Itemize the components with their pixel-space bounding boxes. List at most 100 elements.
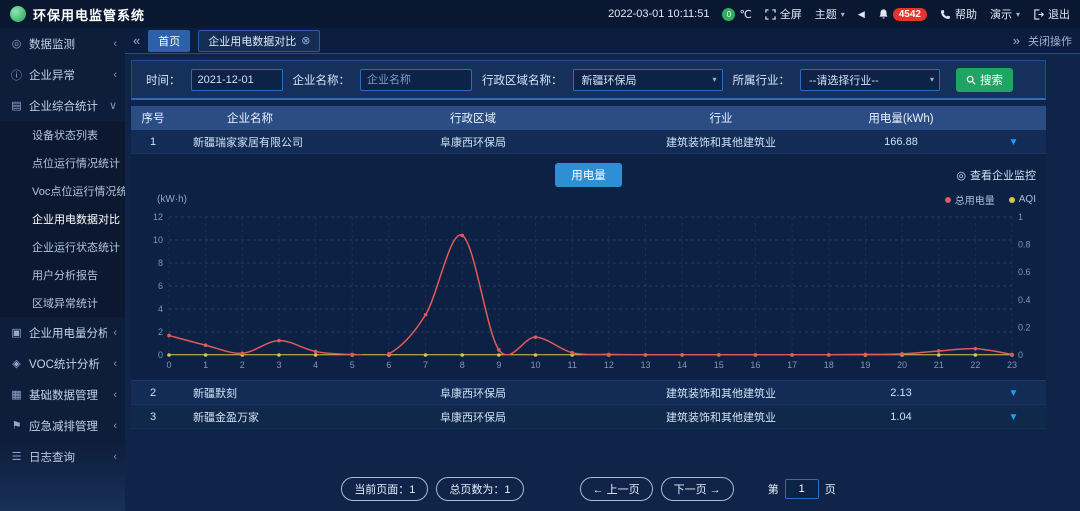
- region-select[interactable]: 新疆环保局 ▾: [573, 69, 723, 91]
- legend-item-power[interactable]: 总用电量: [945, 192, 995, 207]
- column-header-region: 行政区域: [325, 110, 621, 126]
- main-area: « 首页 企业用电数据对比 ⊗ » 关闭操作 时间： 企业名称：: [125, 28, 1080, 511]
- column-header-power: 用电量(kWh): [821, 110, 981, 126]
- sidebar-item-power-data-compare[interactable]: 企业用电数据对比: [0, 205, 125, 233]
- fullscreen-button[interactable]: 全屏: [765, 6, 802, 22]
- tab-bar: « 首页 企业用电数据对比 ⊗ » 关闭操作: [125, 28, 1080, 54]
- sidebar-item-voc-point-run-stats[interactable]: Voc点位运行情况统计: [0, 177, 125, 205]
- sidebar-item-label: 企业异常: [29, 67, 107, 83]
- page-number-input[interactable]: [785, 479, 819, 499]
- legend-item-aqi[interactable]: AQI: [1009, 194, 1036, 205]
- tabs-scroll-right-icon[interactable]: »: [1013, 33, 1020, 48]
- view-monitor-link[interactable]: ◎ 查看企业监控: [956, 167, 1036, 183]
- time-label: 时间：: [146, 72, 181, 88]
- power-tab-button[interactable]: 用电量: [555, 163, 622, 187]
- industry-select-value: --请选择行业--: [809, 72, 879, 88]
- sidebar-item-device-status-list[interactable]: 设备状态列表: [0, 121, 125, 149]
- cell-power: 166.88: [821, 136, 981, 148]
- sidebar-item-user-analysis-report[interactable]: 用户分析报告: [0, 261, 125, 289]
- svg-text:14: 14: [677, 360, 687, 370]
- expand-arrow-icon[interactable]: ▼: [1009, 137, 1019, 148]
- diamond-icon: ◈: [10, 357, 23, 370]
- search-button[interactable]: 搜索: [956, 68, 1013, 92]
- stats-icon: ▤: [10, 99, 23, 112]
- sidebar-item-region-abnormal-stats[interactable]: 区域异常统计: [0, 289, 125, 317]
- fullscreen-icon: [765, 9, 776, 20]
- power-line-chart[interactable]: 02468101200.20.40.60.8101234567891011121…: [135, 207, 1040, 377]
- close-operations-dropdown[interactable]: 关闭操作: [1028, 33, 1072, 49]
- svg-text:2: 2: [158, 327, 163, 337]
- chevron-left-icon: ‹: [113, 451, 117, 463]
- svg-text:0.4: 0.4: [1018, 295, 1031, 305]
- expand-toolbar: 用电量 ◎ 查看企业监控: [135, 162, 1042, 188]
- table-row[interactable]: 2 新疆默刻 阜康西环保局 建筑装饰和其他建筑业 2.13 ▼: [131, 381, 1046, 405]
- table-row[interactable]: 3 新疆金盈万家 阜康西环保局 建筑装饰和其他建筑业 1.04 ▼: [131, 405, 1046, 429]
- cell-region: 阜康西环保局: [325, 409, 621, 425]
- filter-bar: 时间： 企业名称： 行政区域名称： 新疆环保局 ▾ 所属行业： --请选择行业-…: [131, 60, 1046, 100]
- svg-text:15: 15: [714, 360, 724, 370]
- time-input[interactable]: [191, 69, 283, 91]
- datetime-display: 2022-03-01 10:11:51: [608, 8, 709, 20]
- help-button[interactable]: 帮助: [940, 6, 977, 22]
- sidebar-item-label: 基础数据管理: [29, 387, 107, 403]
- tabs-scroll-left-icon[interactable]: «: [133, 33, 140, 48]
- svg-text:9: 9: [496, 360, 501, 370]
- pagination-bar: 当前页面：1 总页数为：1 ← 上一页 下一页 → 第 页: [131, 469, 1046, 511]
- sidebar-item-point-run-stats[interactable]: 点位运行情况统计: [0, 149, 125, 177]
- target-icon: ◎: [956, 169, 966, 182]
- expand-arrow-icon[interactable]: ▼: [1009, 388, 1019, 399]
- sidebar-item-label: 企业综合统计: [29, 98, 103, 114]
- tab-home[interactable]: 首页: [148, 30, 190, 52]
- cell-power: 1.04: [821, 411, 981, 423]
- app-logo-icon: [10, 6, 26, 22]
- sidebar-item-log-query[interactable]: ☰ 日志查询 ‹: [0, 441, 125, 472]
- svg-text:1: 1: [1018, 212, 1023, 222]
- sidebar-item-data-monitoring[interactable]: ◎ 数据监测 ‹: [0, 28, 125, 59]
- industry-select[interactable]: --请选择行业-- ▾: [800, 69, 940, 91]
- demo-dropdown[interactable]: 演示 ▾: [990, 6, 1020, 22]
- sidebar-item-label: VOC统计分析: [29, 356, 107, 372]
- submenu-label: 区域异常统计: [32, 295, 98, 311]
- table-row[interactable]: 1 新疆瑞家家居有限公司 阜康西环保局 建筑装饰和其他建筑业 166.88 ▼: [131, 130, 1046, 154]
- theme-dropdown[interactable]: 主题 ▾: [815, 6, 845, 22]
- svg-text:6: 6: [158, 281, 163, 291]
- expand-arrow-icon[interactable]: ▼: [1009, 412, 1019, 423]
- page-jump: 第 页: [768, 479, 836, 499]
- row-expand-panel: 用电量 ◎ 查看企业监控 (kW·h) 总用电量: [131, 154, 1046, 381]
- chevron-down-icon: ▾: [930, 75, 934, 84]
- svg-text:0: 0: [158, 350, 163, 360]
- industry-label: 所属行业：: [733, 72, 791, 88]
- chevron-left-icon: ‹: [113, 420, 117, 432]
- submenu-label: 设备状态列表: [32, 127, 98, 143]
- logout-button[interactable]: 退出: [1033, 6, 1070, 22]
- submenu-label: 用户分析报告: [32, 267, 98, 283]
- sidebar-item-enterprise-abnormal[interactable]: ⓘ 企业异常 ‹: [0, 59, 125, 90]
- svg-text:0: 0: [1018, 350, 1023, 360]
- notifications-button[interactable]: 4542: [878, 8, 927, 21]
- svg-text:7: 7: [423, 360, 428, 370]
- prev-page-button[interactable]: ← 上一页: [580, 477, 653, 501]
- tab-power-data-compare[interactable]: 企业用电数据对比 ⊗: [198, 30, 320, 52]
- sidebar-item-enterprise-stats[interactable]: ▤ 企业综合统计 ∨: [0, 90, 125, 121]
- theme-label: 主题: [815, 6, 837, 22]
- next-page-button[interactable]: 下一页 →: [661, 477, 734, 501]
- svg-text:0.2: 0.2: [1018, 322, 1031, 332]
- sidebar-item-enterprise-run-status[interactable]: 企业运行状态统计: [0, 233, 125, 261]
- submenu-label: 点位运行情况统计: [32, 155, 120, 171]
- sidebar-item-voc-stats[interactable]: ◈ VOC统计分析 ‹: [0, 348, 125, 379]
- collapse-arrow-button[interactable]: ◀: [858, 9, 865, 20]
- top-bar: 环保用电监管系统 2022-03-01 10:11:51 0 ℃ 全屏 主题 ▾…: [0, 0, 1080, 28]
- chevron-left-icon: ‹: [113, 389, 117, 401]
- close-icon[interactable]: ⊗: [301, 34, 310, 47]
- svg-text:22: 22: [970, 360, 980, 370]
- sidebar-item-emergency-management[interactable]: ⚑ 应急减排管理 ‹: [0, 410, 125, 441]
- arrow-left-icon: ◀: [858, 9, 865, 20]
- cell-company: 新疆默刻: [175, 385, 325, 401]
- company-name-input[interactable]: [360, 69, 472, 91]
- notification-badge[interactable]: 4542: [893, 8, 927, 21]
- sidebar-item-base-data[interactable]: ▦ 基础数据管理 ‹: [0, 379, 125, 410]
- temperature-display: 0 ℃: [722, 8, 751, 21]
- total-pages-indicator: 总页数为：1: [436, 477, 523, 501]
- sidebar-item-power-analysis[interactable]: ▣ 企业用电量分析 ‹: [0, 317, 125, 348]
- info-circle-icon: ⓘ: [10, 67, 23, 83]
